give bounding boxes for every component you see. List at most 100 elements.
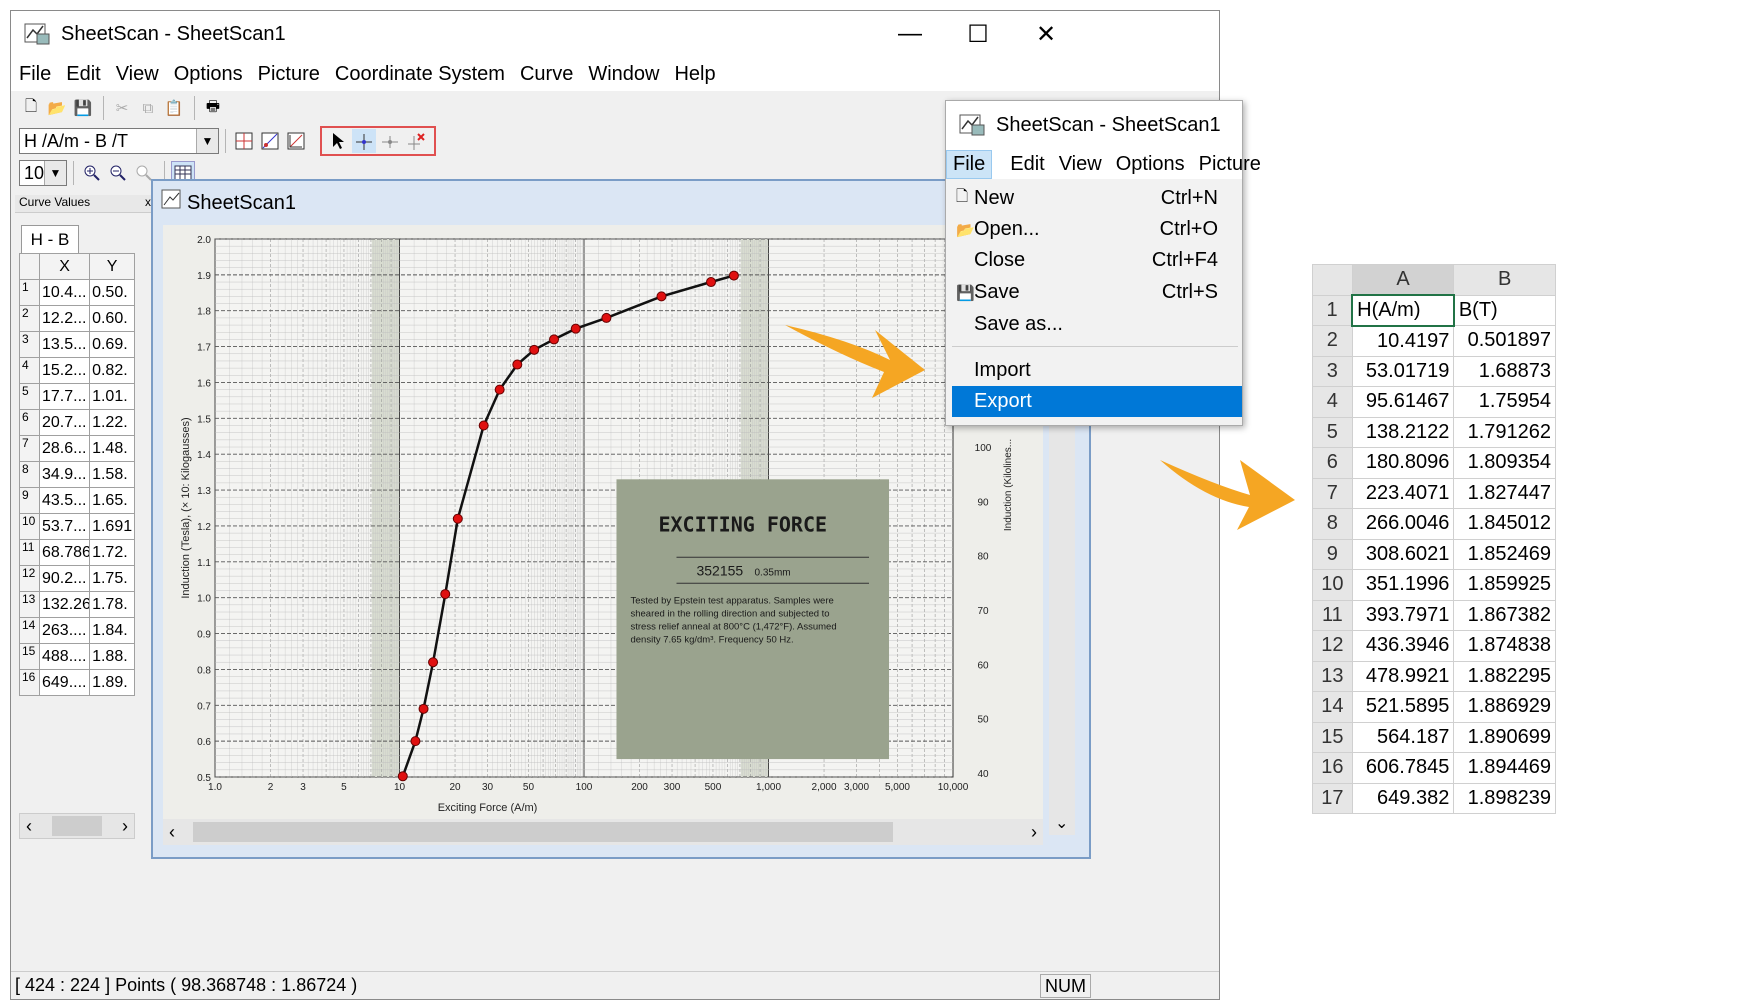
menu-item-save[interactable]: 💾 Save Ctrl+S	[952, 277, 1242, 308]
cell-a[interactable]: 478.9921	[1351, 660, 1455, 692]
cell-x[interactable]: 53.7...	[38, 513, 91, 540]
print-icon[interactable]: 🖶	[201, 96, 225, 120]
row-number[interactable]: 17	[1312, 782, 1353, 814]
sheet-row[interactable]: 4 95.61467 1.75954	[1312, 386, 1556, 418]
cell-x[interactable]: 488....	[38, 643, 91, 670]
scroll-left-icon[interactable]: ‹	[26, 816, 32, 837]
cell-x[interactable]: 263....	[38, 617, 91, 644]
cell-y[interactable]: 1.58.	[89, 461, 135, 488]
scroll-thumb[interactable]	[193, 822, 893, 842]
cell-x[interactable]: 15.2...	[38, 357, 91, 384]
cell-y[interactable]: 1.691	[89, 513, 135, 540]
cell-y[interactable]: 1.89.	[89, 669, 135, 696]
cell-a[interactable]: 308.6021	[1351, 538, 1455, 570]
scroll-left-icon[interactable]: ‹	[169, 822, 175, 843]
cell-a[interactable]: 649.382	[1351, 782, 1455, 814]
panel-hscroll[interactable]: ‹ ›	[19, 813, 135, 839]
cell-a[interactable]: H(A/m)	[1351, 294, 1455, 327]
menu-picture[interactable]: Picture	[1199, 153, 1261, 176]
table-row[interactable]: 5 17.7... 1.01.	[19, 383, 135, 410]
cell-x[interactable]: 34.9...	[38, 461, 91, 488]
minimize-icon[interactable]: —	[887, 11, 933, 57]
cell-b[interactable]: 1.75954	[1453, 386, 1556, 418]
cell-y[interactable]: 0.69.	[89, 331, 135, 358]
row-number[interactable]: 5	[1312, 416, 1353, 448]
cell-b[interactable]: 1.827447	[1453, 477, 1556, 509]
table-row[interactable]: 8 34.9... 1.58.	[19, 461, 135, 488]
table-row[interactable]: 16 649.... 1.89.	[19, 669, 135, 696]
menu-edit[interactable]: Edit	[66, 63, 100, 86]
cell-b[interactable]: 1.890699	[1453, 721, 1556, 753]
cut-icon[interactable]: ✂	[110, 96, 134, 120]
cell-y[interactable]: 1.22.	[89, 409, 135, 436]
sheet-row[interactable]: 2 10.4197 0.501897	[1312, 325, 1556, 357]
row-number[interactable]: 15	[1312, 721, 1353, 753]
menu-curve[interactable]: Curve	[520, 63, 573, 86]
table-row[interactable]: 15 488.... 1.88.	[19, 643, 135, 670]
cell-x[interactable]: 28.6...	[38, 435, 91, 462]
cell-y[interactable]: 1.48.	[89, 435, 135, 462]
sheet-row[interactable]: 14 521.5895 1.886929	[1312, 691, 1556, 723]
doc-hscroll[interactable]: ‹ ›	[163, 819, 1043, 845]
cell-a[interactable]: 393.7971	[1351, 599, 1455, 631]
cell-x[interactable]: 20.7...	[38, 409, 91, 436]
new-file-icon[interactable]: 🗋	[19, 96, 43, 120]
zoom-out-icon[interactable]	[106, 161, 130, 185]
menu-item-new[interactable]: 🗋 New Ctrl+N	[952, 183, 1242, 214]
col-header-y[interactable]: Y	[89, 253, 135, 280]
scroll-thumb[interactable]	[52, 816, 102, 836]
row-number[interactable]: 4	[1312, 386, 1353, 418]
row-number[interactable]: 9	[1312, 538, 1353, 570]
row-number[interactable]: 16	[1312, 752, 1353, 784]
table-row[interactable]: 4 15.2... 0.82.	[19, 357, 135, 384]
sheet-row[interactable]: 15 564.187 1.890699	[1312, 721, 1556, 753]
menu-edit[interactable]: Edit	[1010, 153, 1044, 176]
cell-y[interactable]: 1.01.	[89, 383, 135, 410]
cell-a[interactable]: 138.2122	[1351, 416, 1455, 448]
scroll-right-icon[interactable]: ›	[1031, 822, 1037, 843]
sheet-row[interactable]: 1 H(A/m) B(T)	[1312, 294, 1556, 327]
axes-icon[interactable]	[284, 129, 308, 153]
sheet-row[interactable]: 13 478.9921 1.882295	[1312, 660, 1556, 692]
menu-item-open[interactable]: 📂 Open... Ctrl+O	[952, 214, 1242, 245]
sheet-row[interactable]: 6 180.8096 1.809354	[1312, 447, 1556, 479]
sheet-row[interactable]: 12 436.3946 1.874838	[1312, 630, 1556, 662]
table-row[interactable]: 10 53.7... 1.691	[19, 513, 135, 540]
row-number[interactable]: 6	[1312, 447, 1353, 479]
cell-b[interactable]: 1.874838	[1453, 630, 1556, 662]
row-number[interactable]: 14	[1312, 691, 1353, 723]
table-row[interactable]: 6 20.7... 1.22.	[19, 409, 135, 436]
menu-options[interactable]: Options	[174, 63, 243, 86]
table-row[interactable]: 1 10.4... 0.50.	[19, 279, 135, 306]
cell-b[interactable]: 1.882295	[1453, 660, 1556, 692]
row-number[interactable]: 1	[1312, 294, 1353, 326]
close-icon[interactable]: ✕	[1023, 11, 1069, 57]
cell-y[interactable]: 0.50.	[89, 279, 135, 306]
save-icon[interactable]: 💾	[71, 96, 95, 120]
scroll-down-icon[interactable]: ⌄	[1055, 813, 1068, 833]
cell-b[interactable]: 1.791262	[1453, 416, 1556, 448]
calibrate-icon[interactable]	[258, 129, 282, 153]
table-row[interactable]: 7 28.6... 1.48.	[19, 435, 135, 462]
row-number[interactable]: 10	[1312, 569, 1353, 601]
row-number[interactable]: 13	[1312, 660, 1353, 692]
cell-y[interactable]: 0.60.	[89, 305, 135, 332]
open-folder-icon[interactable]: 📂	[45, 96, 69, 120]
cell-x[interactable]: 12.2...	[38, 305, 91, 332]
sheet-corner[interactable]	[1312, 264, 1353, 296]
sheet-row[interactable]: 11 393.7971 1.867382	[1312, 599, 1556, 631]
cell-b[interactable]: 1.867382	[1453, 599, 1556, 631]
table-row[interactable]: 9 43.5... 1.65.	[19, 487, 135, 514]
cell-y[interactable]: 1.88.	[89, 643, 135, 670]
cell-b[interactable]: 1.852469	[1453, 538, 1556, 570]
cell-x[interactable]: 13.5...	[38, 331, 91, 358]
cell-y[interactable]: 0.82.	[89, 357, 135, 384]
sheet-row[interactable]: 7 223.4071 1.827447	[1312, 477, 1556, 509]
menu-view[interactable]: View	[116, 63, 159, 86]
sheet-row[interactable]: 5 138.2122 1.791262	[1312, 416, 1556, 448]
cell-y[interactable]: 1.84.	[89, 617, 135, 644]
cell-a[interactable]: 223.4071	[1351, 477, 1455, 509]
sheet-row[interactable]: 9 308.6021 1.852469	[1312, 538, 1556, 570]
cell-y[interactable]: 1.78.	[89, 591, 135, 618]
cell-a[interactable]: 436.3946	[1351, 630, 1455, 662]
